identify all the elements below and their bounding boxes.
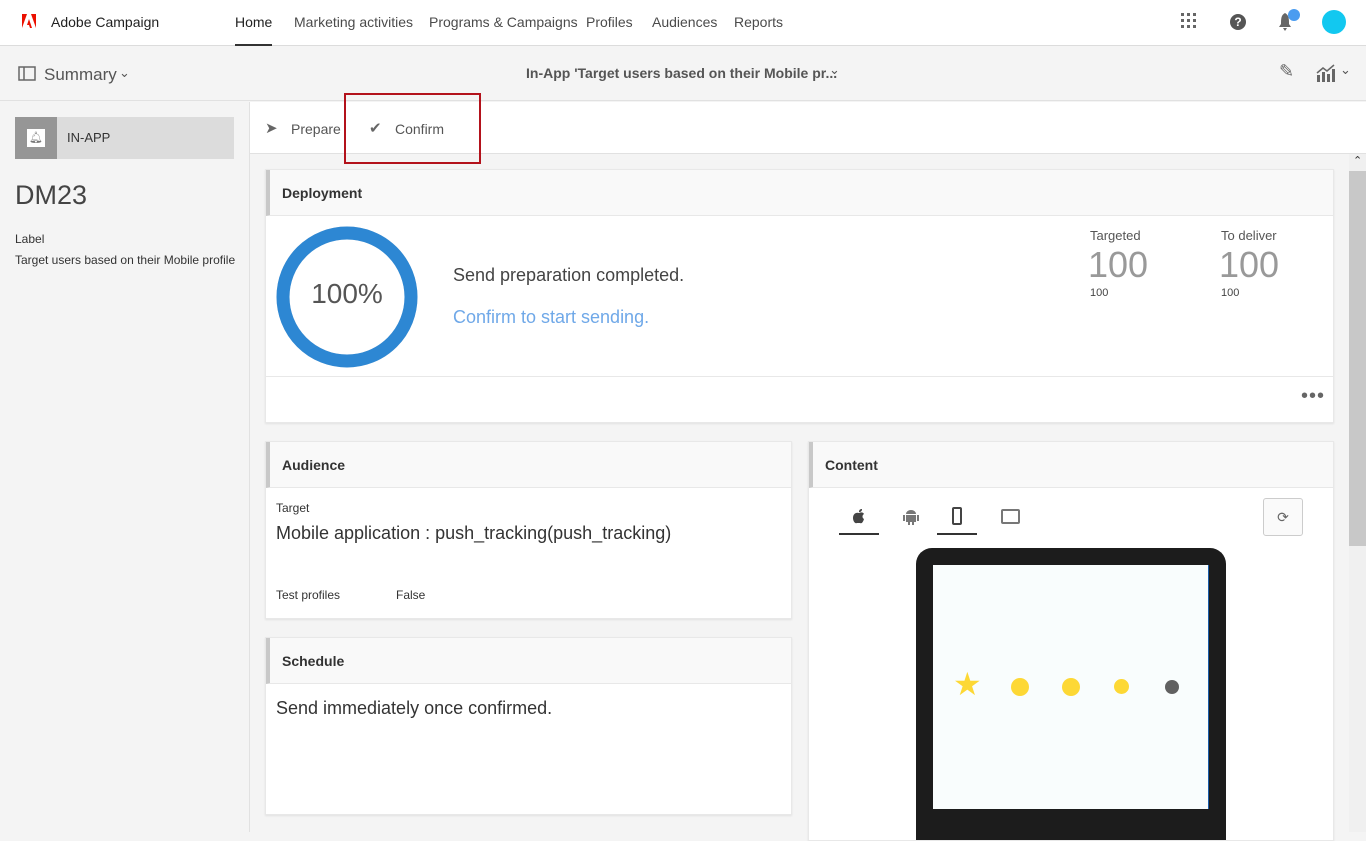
schedule-text: Send immediately once confirmed. (276, 698, 553, 718)
to-deliver-sub: 100 (1221, 287, 1240, 299)
to-deliver-label: To deliver (1221, 228, 1277, 243)
edit-pencil-icon[interactable]: ✎ (1279, 61, 1294, 82)
bell-icon: 🔔︎ (27, 129, 45, 147)
content-area: Deployment 100% Send preparation complet… (250, 154, 1350, 841)
label-heading: Label (15, 232, 45, 246)
deployment-card: Deployment 100% Send preparation complet… (265, 169, 1334, 423)
nav-audiences[interactable]: Audiences (652, 0, 717, 46)
divider (266, 376, 1333, 377)
help-icon[interactable]: ? (1230, 14, 1246, 30)
phone-view-tab[interactable] (937, 505, 977, 535)
sub-bar: Summary ⌄ In-App 'Target users based on … (0, 47, 1366, 101)
apple-icon (853, 509, 864, 524)
paper-plane-icon: ➤ (265, 120, 278, 137)
highlight-box (344, 93, 481, 164)
rating-dot (1011, 678, 1029, 696)
nav-home[interactable]: Home (235, 0, 273, 46)
nav-reports[interactable]: Reports (734, 0, 783, 46)
in-app-preview: ★ (933, 565, 1209, 809)
app-name: Adobe Campaign (51, 14, 160, 30)
audience-title: Audience (266, 442, 791, 488)
sidebar-toggle-icon[interactable] (18, 66, 36, 81)
notification-badge (1288, 9, 1300, 21)
deployment-title: Deployment (266, 170, 1333, 216)
summary-panel: 🔔︎ IN-APP DM23 Label Target users based … (0, 102, 250, 832)
more-options-icon[interactable]: ••• (1301, 385, 1325, 408)
confirm-sending-link[interactable]: Confirm to start sending. (453, 307, 649, 328)
scrollbar[interactable]: ⌃ (1349, 154, 1366, 832)
delivery-id: DM23 (15, 180, 88, 210)
schedule-card: Schedule Send immediately once confirmed… (265, 637, 792, 815)
rating-dot (1062, 678, 1080, 696)
chevron-down-icon: ⌄ (829, 62, 840, 77)
adobe-logo-icon (22, 14, 36, 28)
chevron-down-icon: ⌄ (119, 65, 130, 80)
in-app-icon-box: 🔔︎ (15, 117, 57, 159)
top-bar: Adobe Campaign Home Marketing activities… (0, 0, 1366, 46)
test-profiles-label: Test profiles (276, 588, 341, 602)
progress-percent: 100% (311, 278, 383, 309)
nav-programs-campaigns[interactable]: Programs & Campaigns (429, 0, 578, 46)
audience-card: Audience Target Mobile application : pus… (265, 441, 792, 619)
content-card: Content ⟳ ★ (808, 441, 1334, 841)
nav-marketing-activities[interactable]: Marketing activities (294, 0, 413, 46)
to-deliver-value: 100 (1219, 244, 1280, 285)
targeted-sub: 100 (1090, 287, 1109, 299)
targeted-label: Targeted (1090, 228, 1141, 243)
chevron-down-icon[interactable]: ⌄ (1340, 62, 1351, 78)
delivery-title[interactable]: In-App 'Target users based on their Mobi… (526, 65, 837, 81)
label-value: Target users based on their Mobile profi… (15, 253, 236, 267)
device-frame: ★ (916, 548, 1226, 840)
reports-chart-icon[interactable] (1316, 64, 1336, 82)
nav-profiles[interactable]: Profiles (586, 0, 633, 46)
channel-badge: 🔔︎ IN-APP (15, 117, 234, 159)
avatar[interactable] (1322, 10, 1346, 34)
apps-grid-icon[interactable] (1181, 13, 1197, 29)
deployment-status: Send preparation completed. (453, 265, 685, 285)
target-value[interactable]: Mobile application : push_tracking(push_… (276, 523, 671, 544)
channel-type: IN-APP (67, 130, 111, 145)
target-label: Target (276, 501, 310, 515)
schedule-title: Schedule (266, 638, 791, 684)
test-profiles-value: False (396, 588, 426, 602)
scrollbar-thumb[interactable] (1349, 171, 1366, 546)
summary-dropdown[interactable]: Summary (44, 65, 117, 85)
targeted-value: 100 (1088, 244, 1149, 285)
rating-dot (1165, 680, 1179, 694)
content-title: Content (809, 442, 1333, 488)
scroll-up-icon[interactable]: ⌃ (1353, 154, 1362, 167)
tablet-icon[interactable] (1001, 509, 1020, 524)
android-icon[interactable] (903, 508, 919, 526)
rotate-device-icon[interactable]: ⟳ (1263, 498, 1303, 536)
tab-prepare[interactable]: Prepare (291, 121, 341, 137)
star-icon: ★ (953, 666, 982, 702)
rating-dot (1114, 679, 1129, 694)
phone-icon (952, 507, 962, 525)
